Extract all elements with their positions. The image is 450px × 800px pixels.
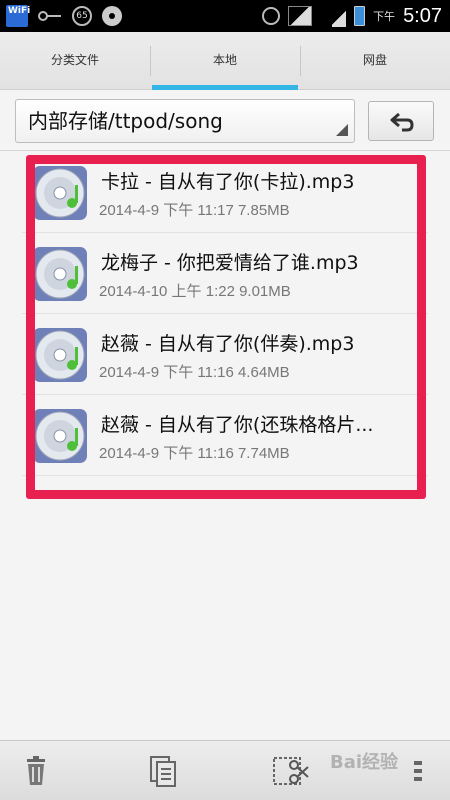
trash-icon — [27, 756, 45, 785]
file-meta: 2014-4-9 下午 11:16 7.74MB — [99, 445, 290, 462]
more-button[interactable] — [396, 749, 440, 793]
list-item[interactable]: 赵薇 - 自从有了你(伴奏).mp3 2014-4-9 下午 11:16 4.6… — [22, 314, 428, 395]
disc-icon — [102, 6, 122, 26]
delete-button[interactable] — [14, 749, 58, 793]
list-item[interactable]: 赵薇 - 自从有了你(还珠格格片... 2014-4-9 下午 11:16 7.… — [22, 395, 428, 476]
file-meta: 2014-4-9 下午 11:17 7.85MB — [99, 202, 290, 219]
wifi-icon: WiFi — [6, 5, 30, 27]
copy-icon — [150, 756, 176, 787]
scissors-icon — [273, 757, 309, 785]
copy-button[interactable] — [141, 749, 185, 793]
path-dropdown[interactable]: 内部存储/ttpod/song — [15, 99, 355, 143]
status-bar: WiFi 65 下午 5:07 — [0, 0, 450, 32]
key-icon — [38, 10, 62, 22]
more-icon — [414, 761, 422, 781]
alarm-icon — [262, 7, 281, 25]
back-button[interactable] — [368, 101, 434, 141]
status-right-icons: 下午 5:07 — [262, 3, 442, 29]
list-item[interactable]: 龙梅子 - 你把爱情给了谁.mp3 2014-4-10 上午 1:22 9.01… — [22, 233, 428, 314]
file-name: 赵薇 - 自从有了你(伴奏).mp3 — [101, 333, 355, 355]
status-left-icons: WiFi 65 — [6, 4, 122, 28]
music-file-icon — [33, 247, 87, 301]
path-value: 内部存储/ttpod/song — [28, 109, 223, 133]
back-arrow-icon — [390, 112, 414, 132]
file-list: 卡拉 - 自从有了你(卡拉).mp3 2014-4-9 下午 11:17 7.8… — [22, 152, 428, 496]
file-meta: 2014-4-9 下午 11:16 4.64MB — [99, 364, 290, 381]
tab-categories[interactable]: 分类文件 — [0, 32, 150, 89]
clock-ampm: 下午 — [373, 10, 396, 23]
battery-icon — [354, 6, 366, 26]
file-name: 卡拉 - 自从有了你(卡拉).mp3 — [101, 171, 355, 193]
tab-cloud[interactable]: 网盘 — [300, 32, 450, 89]
signal-icon — [288, 6, 313, 26]
file-meta: 2014-4-10 上午 1:22 9.01MB — [99, 283, 291, 300]
music-file-icon — [33, 328, 87, 382]
tab-local[interactable]: 本地 — [150, 32, 300, 90]
path-row: 内部存储/ttpod/song — [0, 91, 450, 151]
watermark: Bai经验 — [330, 752, 399, 773]
list-item[interactable]: 卡拉 - 自从有了你(卡拉).mp3 2014-4-9 下午 11:17 7.8… — [22, 152, 428, 233]
music-file-icon — [33, 166, 87, 220]
clock-time: 5:07 — [403, 4, 442, 27]
badge-icon: 65 — [72, 6, 92, 26]
cut-button[interactable] — [268, 749, 312, 793]
dropdown-arrow-icon — [336, 124, 348, 136]
file-name: 赵薇 - 自从有了你(还珠格格片... — [101, 414, 374, 436]
music-file-icon — [33, 409, 87, 463]
tab-bar: 分类文件 本地 网盘 — [0, 32, 450, 90]
network-icon — [320, 5, 347, 27]
file-name: 龙梅子 - 你把爱情给了谁.mp3 — [101, 252, 359, 274]
